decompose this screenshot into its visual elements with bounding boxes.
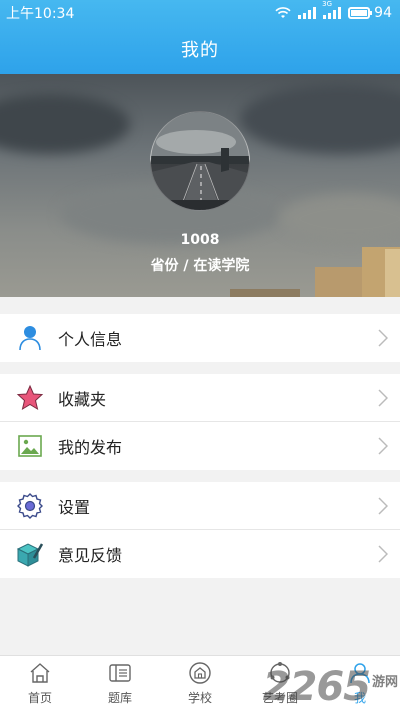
- chevron-right-icon: [378, 329, 388, 347]
- chevron-right-icon: [378, 497, 388, 515]
- chevron-right-icon: [378, 545, 388, 563]
- user-school: 省份 / 在读学院: [150, 258, 250, 274]
- road-photo: [151, 112, 249, 210]
- status-bar: 上午10:34 3G 94: [0, 0, 400, 26]
- person-icon: [16, 324, 44, 352]
- avatar[interactable]: [150, 111, 250, 211]
- school-icon: [189, 662, 211, 684]
- picture-icon: [16, 432, 44, 460]
- menu-label: 我的发布: [58, 438, 123, 457]
- home-icon: [30, 663, 50, 683]
- feedback-icon: [16, 540, 44, 568]
- menu-item-feedback[interactable]: 意见反馈: [0, 530, 400, 578]
- menu-item-personal-info[interactable]: 个人信息: [0, 314, 400, 362]
- menu-label: 收藏夹: [58, 389, 107, 409]
- top-bar: 上午10:34 3G 94 我的: [0, 0, 400, 74]
- tab-label: 学校: [187, 691, 212, 705]
- battery-level: 94: [374, 5, 392, 21]
- status-time: 上午10:34: [6, 6, 75, 22]
- bottom-tab-bar: 首页 题库 学校 艺考圈 我: [0, 655, 400, 711]
- signal-3g-icon: 3G: [322, 0, 342, 19]
- wifi-icon: [275, 7, 291, 18]
- tab-label: 艺考圈: [261, 691, 298, 705]
- circle-icon: [270, 662, 290, 683]
- tab-label: 题库: [107, 691, 132, 705]
- menu-label: 设置: [58, 497, 91, 517]
- question-bank-icon: [109, 664, 131, 682]
- profile-header: 1008 省份 / 在读学院: [0, 74, 400, 297]
- gear-icon: [16, 492, 44, 520]
- menu-item-settings[interactable]: 设置: [0, 482, 400, 530]
- menu-item-my-posts[interactable]: 我的发布: [0, 422, 400, 470]
- me-icon: [350, 663, 370, 684]
- tab-school[interactable]: 学校: [160, 656, 240, 711]
- menu-group-system: 设置 意见反馈: [0, 482, 400, 578]
- menu-label: 意见反馈: [58, 546, 123, 565]
- chevron-right-icon: [378, 389, 388, 407]
- star-icon: [16, 384, 44, 412]
- chevron-right-icon: [378, 437, 388, 455]
- tab-home[interactable]: 首页: [0, 656, 80, 711]
- tab-me[interactable]: 我: [320, 656, 400, 711]
- battery-icon: [348, 7, 373, 19]
- menu-group-profile: 个人信息: [0, 314, 400, 362]
- user-name: 1008: [180, 232, 220, 248]
- tab-label: 我: [353, 691, 366, 705]
- menu-item-favorites[interactable]: 收藏夹: [0, 374, 400, 422]
- menu-label: 个人信息: [58, 330, 123, 349]
- page-title: 我的: [181, 40, 219, 61]
- tab-question-bank[interactable]: 题库: [80, 656, 160, 711]
- tab-label: 首页: [27, 691, 52, 705]
- tab-art-circle[interactable]: 艺考圈: [240, 656, 320, 711]
- menu-group-content: 收藏夹 我的发布: [0, 374, 400, 470]
- signal-icon: [298, 7, 317, 19]
